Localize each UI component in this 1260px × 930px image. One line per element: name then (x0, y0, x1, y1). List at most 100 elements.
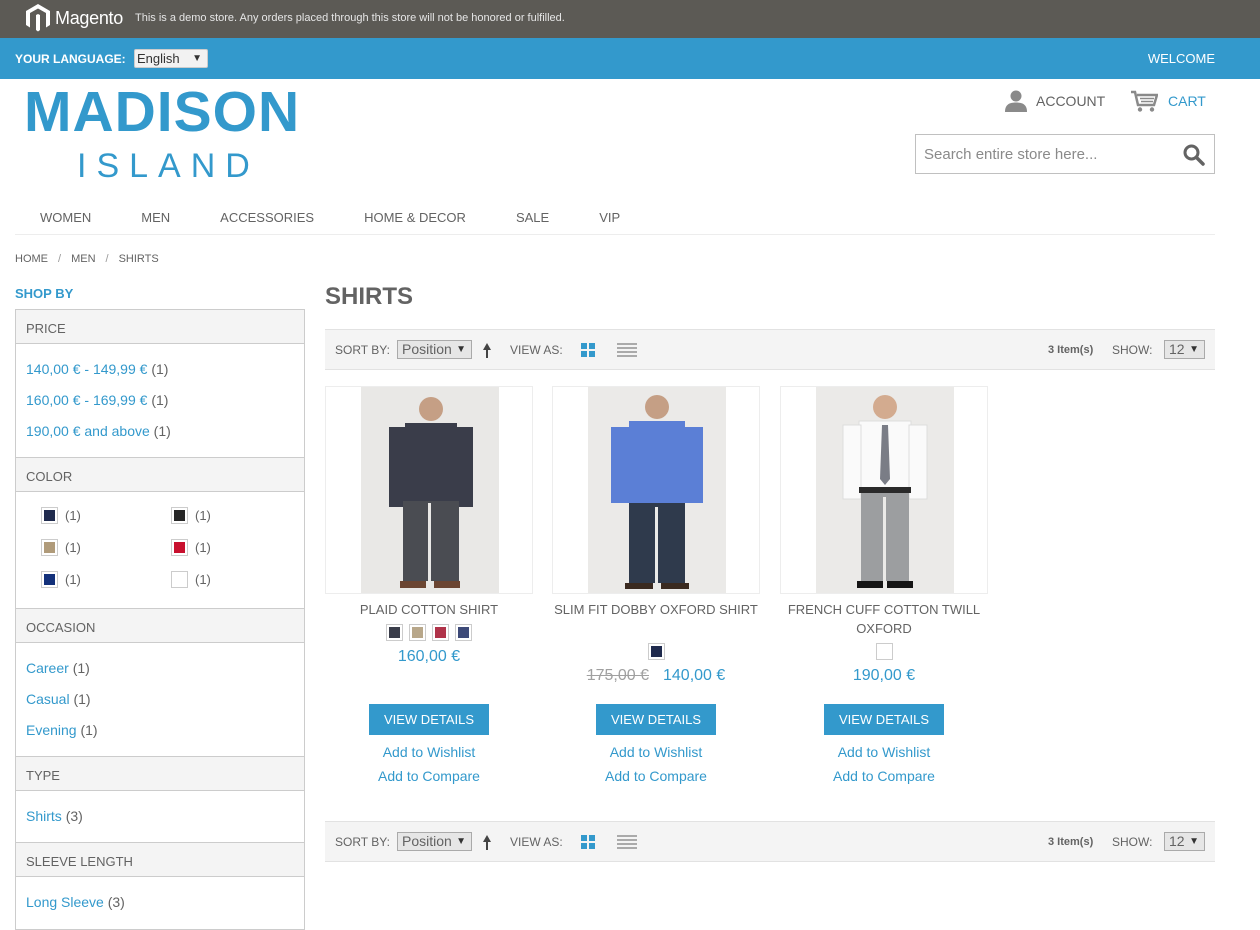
language-select[interactable]: English ▼ (134, 49, 208, 68)
nav-item-sale[interactable]: SALE (491, 208, 574, 234)
product-swatch[interactable] (432, 624, 449, 641)
filter-type-option[interactable]: Shirts (3) (26, 808, 83, 824)
filter-occasion-option[interactable]: Evening (1) (26, 722, 98, 738)
product-name[interactable]: FRENCH CUFF COTTON TWILL OXFORD (780, 600, 988, 638)
add-to-compare-link[interactable]: Add to Compare (780, 768, 988, 784)
page-title: SHIRTS (325, 283, 414, 310)
chevron-down-icon: ▼ (456, 836, 466, 847)
color-count: (1) (195, 572, 211, 587)
filter-price-title: PRICE (15, 309, 305, 344)
account-icon (1005, 90, 1027, 112)
color-count: (1) (195, 540, 211, 555)
color-swatch-khaki[interactable] (41, 539, 58, 556)
color-swatch-navy[interactable] (41, 507, 58, 524)
color-count: (1) (65, 540, 81, 555)
filter-price-option[interactable]: 190,00 € and above (1) (26, 423, 171, 439)
chevron-down-icon: ▼ (456, 344, 466, 355)
show-label: SHOW: (1112, 835, 1153, 849)
magento-logo: Magento (25, 3, 123, 33)
product-name[interactable]: PLAID COTTON SHIRT (325, 600, 533, 619)
product-name[interactable]: SLIM FIT DOBBY OXFORD SHIRT (552, 600, 760, 619)
account-label: ACCOUNT (1036, 93, 1106, 109)
view-details-button[interactable]: VIEW DETAILS (369, 704, 489, 735)
product-price: 190,00 € (852, 667, 916, 684)
site-logo-main[interactable]: MADISON (24, 82, 300, 142)
show-select[interactable]: 12 ▼ (1164, 340, 1205, 359)
product-image[interactable] (325, 386, 533, 594)
product-special-price: 140,00 € (663, 667, 726, 684)
add-to-compare-link[interactable]: Add to Compare (325, 768, 533, 784)
breadcrumb-men[interactable]: MEN (71, 253, 95, 265)
product-swatch[interactable] (386, 624, 403, 641)
item-count: 3 Item(s) (1048, 836, 1094, 848)
color-count: (1) (65, 572, 81, 587)
product-swatches (325, 624, 533, 641)
sort-direction-arrow-icon[interactable] (481, 834, 493, 850)
sort-by-label: SORT BY: (335, 835, 390, 849)
filter-occasion-option[interactable]: Career (1) (26, 660, 90, 676)
sort-by-select[interactable]: Position ▼ (397, 832, 472, 851)
product-swatch[interactable] (409, 624, 426, 641)
filter-price-option[interactable]: 140,00 € - 149,99 € (1) (26, 361, 168, 377)
grid-view-icon[interactable] (581, 343, 595, 357)
add-to-wishlist-link[interactable]: Add to Wishlist (780, 744, 988, 760)
sort-direction-arrow-icon[interactable] (481, 342, 493, 358)
nav-item-vip[interactable]: VIP (574, 208, 645, 234)
product-image[interactable] (552, 386, 760, 594)
list-view-icon[interactable] (617, 834, 637, 850)
search-icon[interactable] (1182, 143, 1206, 167)
view-details-button[interactable]: VIEW DETAILS (824, 704, 944, 735)
twill-oxford-photo (816, 387, 954, 593)
product-swatch[interactable] (875, 643, 893, 660)
language-selected: English (137, 51, 180, 66)
show-select[interactable]: 12 ▼ (1164, 832, 1205, 851)
swatch-fill (174, 574, 185, 585)
product-swatch[interactable] (647, 643, 665, 660)
add-to-wishlist-link[interactable]: Add to Wishlist (325, 744, 533, 760)
list-view-icon[interactable] (617, 342, 637, 358)
demo-notice-bar: Magento This is a demo store. Any orders… (0, 0, 1260, 38)
filter-color-body (15, 492, 305, 609)
filter-color-title: COLOR (15, 457, 305, 492)
account-link[interactable]: ACCOUNT (1004, 88, 1105, 114)
breadcrumb-separator: / (105, 253, 109, 265)
filter-sleeve-title: SLEEVE LENGTH (15, 842, 305, 877)
plaid-shirt-photo (361, 387, 499, 593)
cart-link[interactable]: CART (1130, 88, 1206, 114)
filter-occasion-option[interactable]: Casual (1) (26, 691, 91, 707)
nav-item-women[interactable]: WOMEN (15, 208, 116, 234)
product-price-block: 175,00 € 140,00 € (552, 667, 760, 685)
product-swatch[interactable] (455, 624, 472, 641)
color-count: (1) (195, 508, 211, 523)
nav-item-accessories[interactable]: ACCESSORIES (195, 208, 339, 234)
language-label: YOUR LANGUAGE: (15, 52, 126, 66)
filter-sleeve-option[interactable]: Long Sleeve (3) (26, 894, 125, 910)
color-swatch-white[interactable] (171, 571, 188, 588)
nav-item-home-decor[interactable]: HOME & DECOR (339, 208, 491, 234)
filter-price-option[interactable]: 160,00 € - 169,99 € (1) (26, 392, 168, 408)
sort-by-value: Position (402, 833, 452, 849)
color-swatch-black[interactable] (171, 507, 188, 524)
view-as-label: VIEW AS: (510, 835, 563, 849)
toolbar-top: SORT BY: Position ▼ VIEW AS: 3 Item(s) S… (325, 329, 1215, 370)
view-details-button[interactable]: VIEW DETAILS (596, 704, 716, 735)
grid-view-icon[interactable] (581, 835, 595, 849)
breadcrumb-home[interactable]: HOME (15, 253, 48, 265)
nav-item-men[interactable]: MEN (116, 208, 195, 234)
add-to-compare-link[interactable]: Add to Compare (552, 768, 760, 784)
search-input[interactable] (916, 135, 1174, 173)
add-to-wishlist-link[interactable]: Add to Wishlist (552, 744, 760, 760)
filter-type-title: TYPE (15, 756, 305, 791)
sort-by-select[interactable]: Position ▼ (397, 340, 472, 359)
color-swatch-red[interactable] (171, 539, 188, 556)
cart-icon (1131, 90, 1158, 112)
color-swatch-blue[interactable] (41, 571, 58, 588)
demo-notice-text: This is a demo store. Any orders placed … (135, 12, 565, 24)
breadcrumb-separator: / (58, 253, 62, 265)
site-logo-sub[interactable]: ISLAND (77, 146, 260, 186)
swatch-fill (44, 574, 55, 585)
product-image[interactable] (780, 386, 988, 594)
language-bar: YOUR LANGUAGE: English ▼ WELCOME (0, 38, 1260, 79)
breadcrumb-current: SHIRTS (118, 253, 159, 265)
main-navigation: WOMEN MEN ACCESSORIES HOME & DECOR SALE … (15, 208, 1215, 235)
